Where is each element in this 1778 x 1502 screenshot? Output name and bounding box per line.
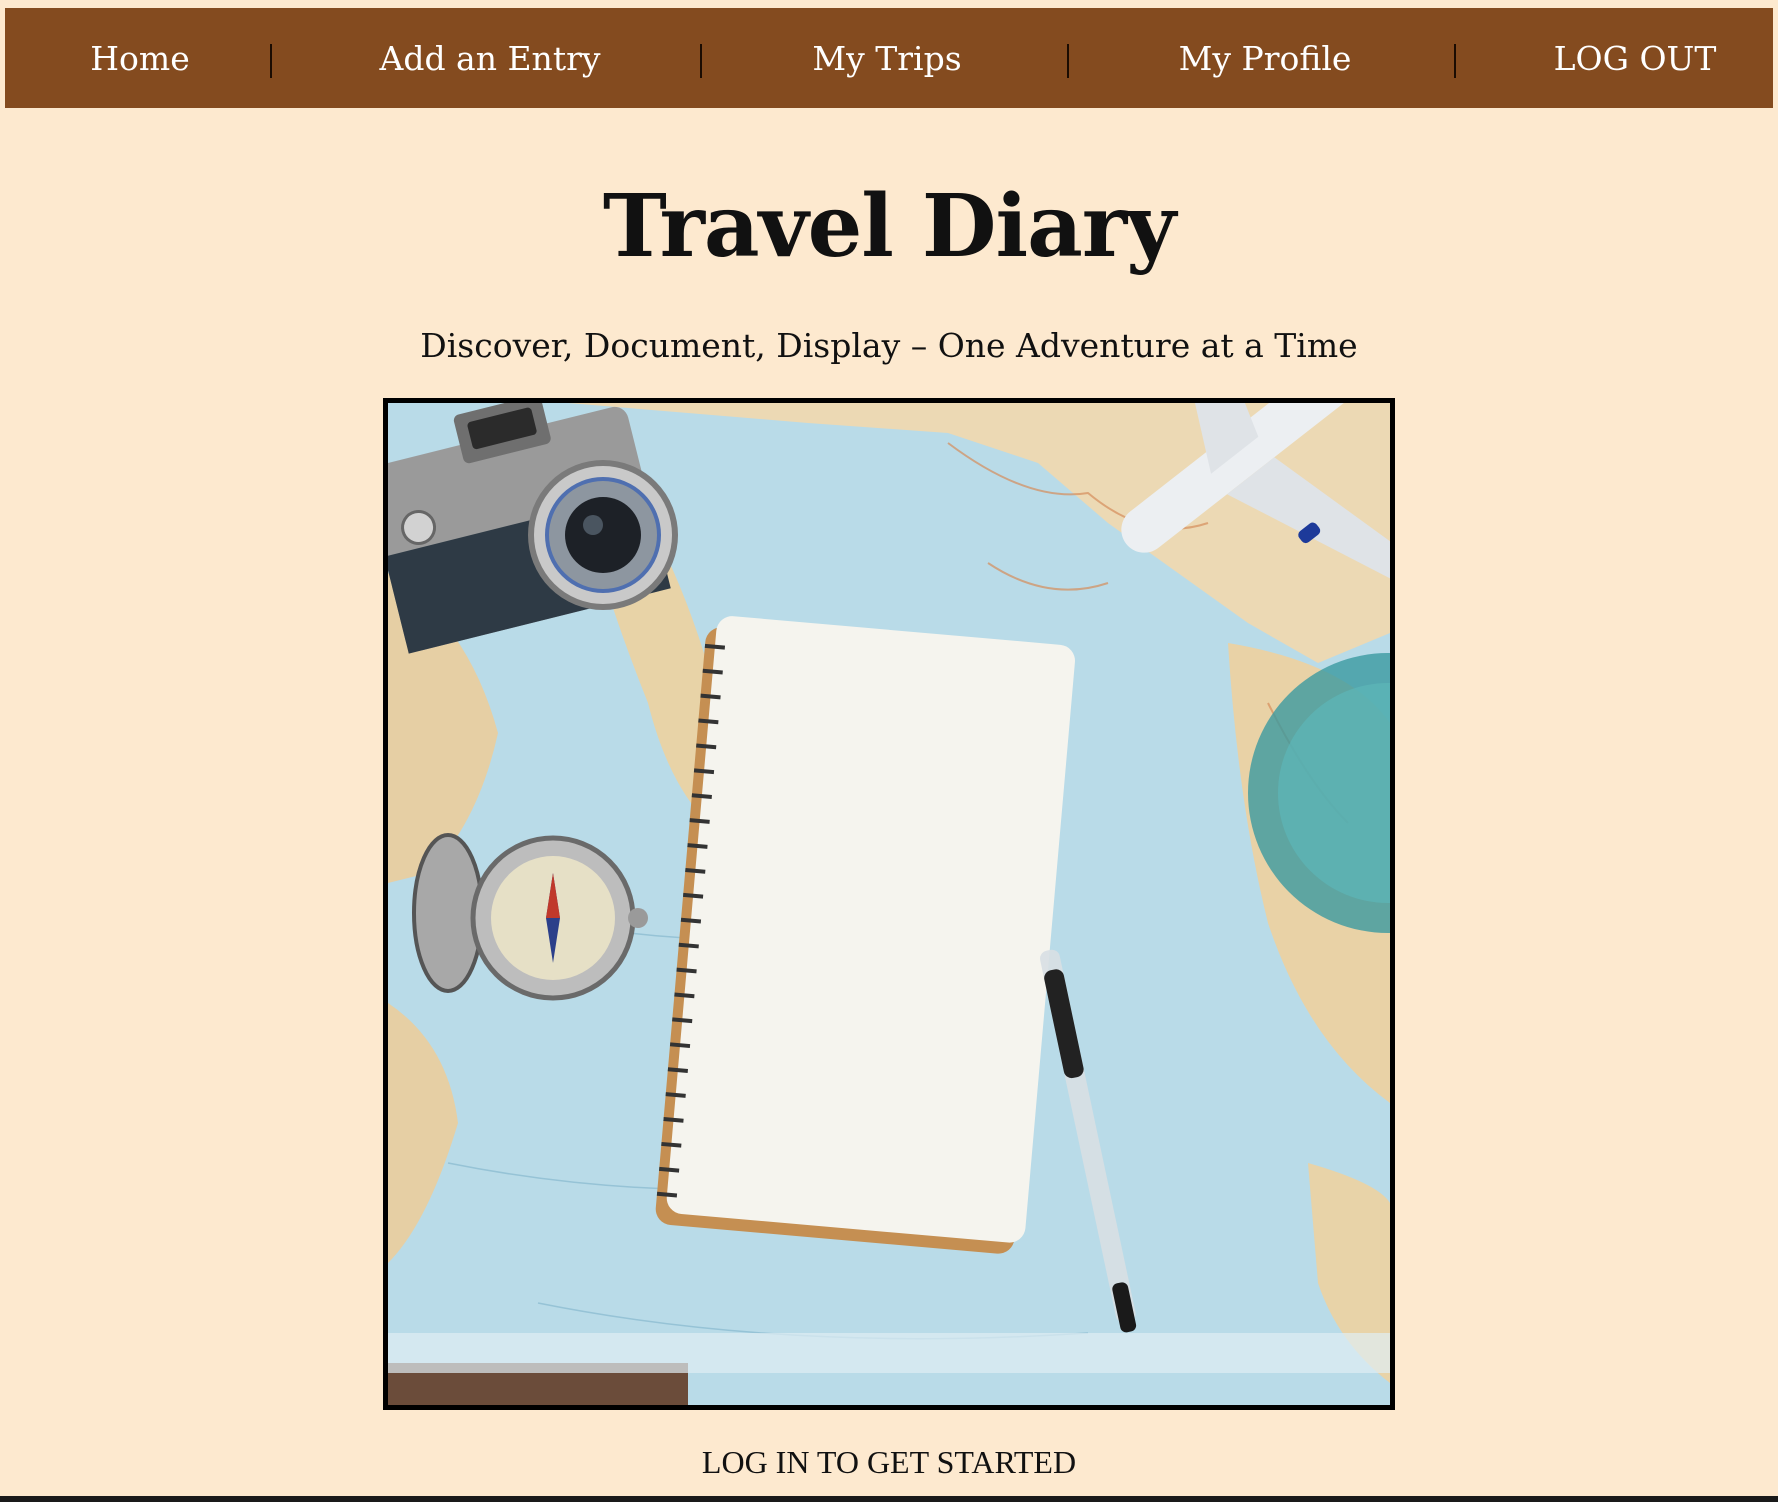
nav-divider <box>270 44 272 78</box>
nav-my-trips-link[interactable]: My Trips <box>717 8 1057 108</box>
page: Home Add an Entry My Trips My Profile LO… <box>0 0 1778 1496</box>
page-subtitle: Discover, Document, Display – One Advent… <box>420 326 1358 365</box>
nav-add-entry-link[interactable]: Add an Entry <box>295 8 685 108</box>
nav-divider <box>1454 44 1456 78</box>
nav-logout-link[interactable]: LOG OUT <box>1505 8 1765 108</box>
hero-image <box>383 398 1395 1410</box>
nav-home-link[interactable]: Home <box>25 8 255 108</box>
travel-flatlay-illustration <box>388 403 1390 1405</box>
page-title: Travel Diary <box>602 176 1176 277</box>
nav-my-profile-link[interactable]: My Profile <box>1090 8 1440 108</box>
nav-divider <box>700 44 702 78</box>
nav-divider <box>1067 44 1069 78</box>
login-cta-link[interactable]: LOG IN TO GET STARTED <box>0 1444 1778 1481</box>
top-navbar: Home Add an Entry My Trips My Profile LO… <box>5 8 1773 108</box>
